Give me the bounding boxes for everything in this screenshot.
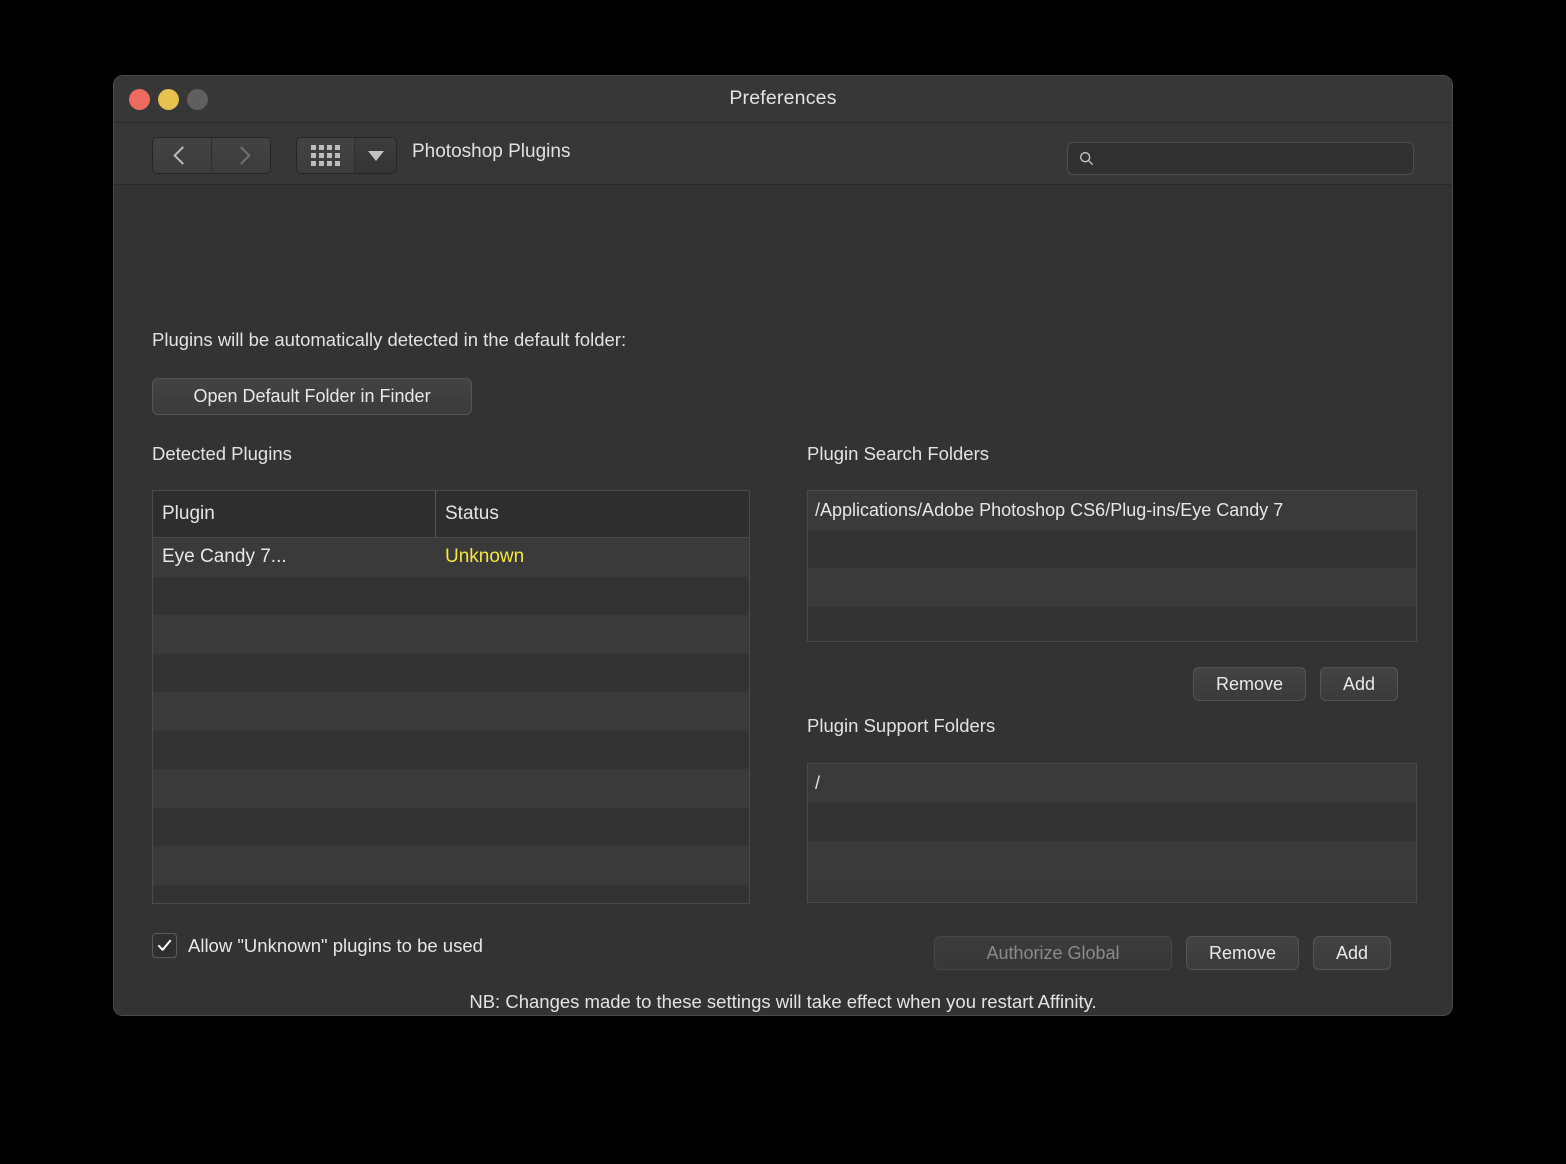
allow-unknown-plugins-label: Allow "Unknown" plugins to be used bbox=[188, 934, 483, 956]
chevron-right-icon bbox=[231, 146, 251, 165]
cell-plugin-status: Unknown bbox=[445, 546, 525, 568]
plugin-support-folders-label: Plugin Support Folders bbox=[807, 715, 996, 736]
add-search-folder-button[interactable]: Add bbox=[1320, 667, 1399, 701]
chevron-down-icon bbox=[367, 150, 384, 161]
search-folder-item-empty bbox=[808, 606, 1416, 641]
plugin-search-folders-label: Plugin Search Folders bbox=[807, 443, 990, 464]
table-row[interactable]: Eye Candy 7... Unknown bbox=[153, 538, 749, 577]
table-row-empty bbox=[153, 884, 749, 903]
detected-plugins-label: Detected Plugins bbox=[152, 443, 292, 464]
table-row-empty bbox=[153, 615, 749, 654]
search-folder-item-empty bbox=[808, 568, 1416, 607]
table-row-empty bbox=[153, 692, 749, 731]
open-default-folder-button[interactable]: Open Default Folder in Finder bbox=[152, 378, 472, 415]
cell-plugin-name: Eye Candy 7... bbox=[162, 546, 287, 568]
allow-unknown-plugins-row[interactable]: Allow "Unknown" plugins to be used bbox=[152, 933, 483, 958]
search-input[interactable] bbox=[1094, 150, 1413, 167]
restart-note: NB: Changes made to these settings will … bbox=[469, 991, 1097, 1012]
table-row-empty bbox=[153, 653, 749, 692]
plugin-support-folders-buttons: Authorize Global Remove Add bbox=[934, 936, 1392, 970]
detected-plugins-table[interactable]: Plugin Status Eye Candy 7... Unknown bbox=[152, 490, 750, 904]
search-folder-item-empty bbox=[808, 529, 1416, 568]
plugin-search-folders-list[interactable]: /Applications/Adobe Photoshop CS6/Plug-i… bbox=[807, 490, 1417, 642]
table-row-empty bbox=[153, 846, 749, 885]
table-row-empty bbox=[153, 576, 749, 615]
support-folder-item-empty bbox=[808, 802, 1416, 841]
back-button[interactable] bbox=[153, 138, 211, 173]
intro-text: Plugins will be automatically detected i… bbox=[152, 329, 627, 350]
table-header-row: Plugin Status bbox=[153, 491, 749, 538]
remove-search-folder-button[interactable]: Remove bbox=[1193, 667, 1307, 701]
chevron-left-icon bbox=[172, 146, 192, 165]
table-row-empty bbox=[153, 807, 749, 846]
search-box[interactable] bbox=[1067, 142, 1414, 175]
grid-view-button[interactable] bbox=[297, 138, 354, 173]
allow-unknown-plugins-checkbox[interactable] bbox=[152, 933, 177, 958]
window-title: Preferences bbox=[729, 87, 837, 109]
grid-view-icon bbox=[311, 145, 340, 166]
table-body: Eye Candy 7... Unknown bbox=[153, 538, 749, 903]
view-options-group bbox=[296, 137, 397, 174]
preferences-toolbar: Photoshop Plugins bbox=[114, 123, 1452, 185]
preferences-content: Plugins will be automatically detected i… bbox=[114, 185, 1452, 1015]
view-dropdown-button[interactable] bbox=[354, 138, 396, 173]
remove-support-folder-button[interactable]: Remove bbox=[1186, 936, 1300, 970]
table-row-empty bbox=[153, 730, 749, 769]
search-icon bbox=[1080, 152, 1094, 166]
column-header-status[interactable]: Status bbox=[436, 491, 749, 537]
plugin-support-folders-list[interactable]: / bbox=[807, 763, 1417, 903]
table-row-empty bbox=[153, 769, 749, 808]
support-folder-item[interactable]: / bbox=[808, 764, 1416, 803]
window-titlebar: Preferences bbox=[114, 76, 1452, 123]
support-folder-item-empty bbox=[808, 841, 1416, 880]
column-header-plugin[interactable]: Plugin bbox=[153, 491, 436, 537]
add-support-folder-button[interactable]: Add bbox=[1313, 936, 1392, 970]
authorize-global-button[interactable]: Authorize Global bbox=[934, 936, 1172, 970]
checkmark-icon bbox=[157, 939, 172, 951]
pane-title: Photoshop Plugins bbox=[412, 141, 571, 162]
preferences-window: Preferences Photoshop Plugins Plugins wi… bbox=[113, 75, 1453, 1016]
plugin-search-folders-buttons: Remove Add bbox=[1193, 667, 1399, 701]
search-folder-item[interactable]: /Applications/Adobe Photoshop CS6/Plug-i… bbox=[808, 491, 1416, 530]
forward-button[interactable] bbox=[211, 138, 270, 173]
navigation-segmented-control bbox=[152, 137, 271, 174]
